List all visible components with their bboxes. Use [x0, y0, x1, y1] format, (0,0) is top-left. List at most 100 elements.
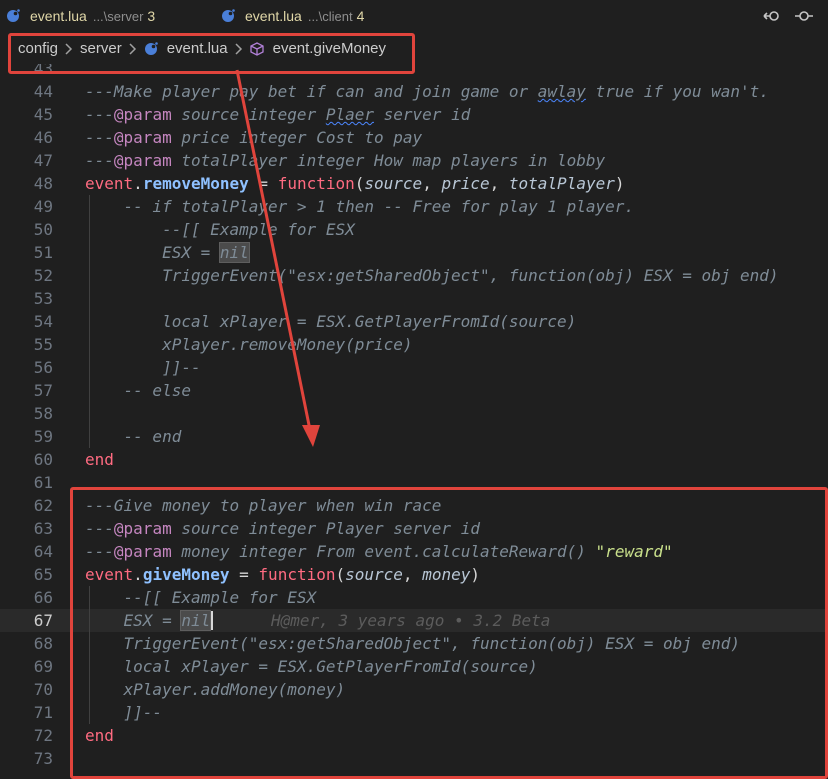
code-line[interactable]: 49 -- if totalPlayer > 1 then -- Free fo… — [0, 195, 828, 218]
code-line[interactable]: 72 end — [0, 724, 828, 747]
code-token: end — [85, 726, 114, 745]
line-number: 54 — [33, 312, 53, 331]
code-line[interactable]: 61 — [0, 471, 828, 494]
code-line[interactable]: 56 ]]-- — [0, 356, 828, 379]
line-number: 61 — [33, 473, 53, 492]
code-line[interactable]: 57 -- else — [0, 379, 828, 402]
code-token: money integer From event.calculateReward… — [171, 542, 596, 561]
code-token: "reward" — [595, 542, 673, 561]
line-number: 53 — [33, 289, 53, 308]
code-text: -- end — [85, 425, 182, 448]
code-token: event — [85, 565, 134, 584]
breadcrumb-item-server[interactable]: server — [80, 40, 122, 57]
code-text: ]]-- — [85, 701, 163, 724]
code-line[interactable]: 60 end — [0, 448, 828, 471]
code-line[interactable]: 53 — [0, 287, 828, 310]
code-token: = — [248, 174, 278, 193]
code-line[interactable]: 70 xPlayer.addMoney(money) — [0, 678, 828, 701]
breadcrumb-item-symbol[interactable]: event.giveMoney — [273, 40, 386, 57]
chevron-right-icon — [235, 42, 243, 55]
line-number: 56 — [33, 358, 53, 377]
code-token: --- — [85, 105, 114, 124]
code-token: end — [85, 450, 114, 469]
code-token: totalPlayer — [508, 174, 615, 193]
code-token: true if you wan't. — [585, 82, 769, 101]
line-number: 44 — [33, 82, 53, 101]
code-line[interactable]: 68 TriggerEvent("esx:getSharedObject", f… — [0, 632, 828, 655]
line-number: 72 — [33, 726, 53, 745]
code-line[interactable]: 47 ---@param totalPlayer integer How map … — [0, 149, 828, 172]
commit-icon[interactable] — [794, 6, 814, 26]
tab-path: ...\client — [307, 8, 353, 24]
code-line[interactable]: 73 — [0, 747, 828, 768]
code-token: local xPlayer = ESX.GetPlayerFromId(sour… — [85, 657, 538, 676]
lua-file-icon — [6, 9, 20, 23]
code-token: removeMoney — [142, 174, 249, 193]
code-token: source integer Player server id — [171, 519, 480, 538]
code-line[interactable]: 50 --[[ Example for ESX — [0, 218, 828, 241]
timeline-icon[interactable] — [762, 6, 782, 26]
code-token: local xPlayer = ESX.GetPlayerFromId(sour… — [85, 312, 577, 331]
line-number: 65 — [33, 565, 53, 584]
breadcrumb-item-config[interactable]: config — [18, 40, 58, 57]
code-token: --- — [85, 519, 114, 538]
code-token: pay bet if can and join game or — [229, 82, 538, 101]
code-line[interactable]: 48 event.removeMoney = function(source, p… — [0, 172, 828, 195]
code-token: , — [489, 174, 509, 193]
code-token: nil — [180, 610, 212, 631]
code-token: --- — [85, 151, 114, 170]
code-text: xPlayer.addMoney(money) — [85, 678, 346, 701]
code-line[interactable]: 43 — [0, 64, 828, 80]
code-token: ( — [354, 174, 365, 193]
code-line[interactable]: 62 ---Give money to player when win race — [0, 494, 828, 517]
code-token: ESX = — [85, 243, 220, 262]
code-text: ---@param price integer Cost to pay — [85, 126, 422, 149]
code-token: -- if totalPlayer > 1 then -- Free for p… — [85, 197, 635, 216]
line-number: 58 — [33, 404, 53, 423]
git-blame-annotation: H@mer, 3 years ago • 3.2 Beta — [213, 611, 551, 630]
lua-file-icon — [221, 9, 235, 23]
tab-event-lua-client[interactable]: event.lua ...\client 4 — [221, 0, 364, 32]
code-token: @param — [113, 542, 172, 561]
code-line[interactable]: 67 ESX = nil H@mer, 3 years ago • 3.2 Be… — [0, 609, 828, 632]
code-line[interactable]: 71 ]]-- — [0, 701, 828, 724]
code-line[interactable]: 69 local xPlayer = ESX.GetPlayerFromId(s… — [0, 655, 828, 678]
code-token: -- end — [85, 427, 182, 446]
code-line[interactable]: 64 ---@param money integer From event.cal… — [0, 540, 828, 563]
code-line[interactable]: 44 ---Make player pay bet if can and join… — [0, 80, 828, 103]
breadcrumb-item-file[interactable]: event.lua — [167, 40, 228, 57]
code-line[interactable]: 51 ESX = nil — [0, 241, 828, 264]
code-token: . — [133, 174, 143, 193]
code-token: awlay — [537, 82, 586, 101]
code-line[interactable]: 52 TriggerEvent("esx:getSharedObject", f… — [0, 264, 828, 287]
code-line[interactable]: 58 — [0, 402, 828, 425]
code-token: --- — [85, 542, 114, 561]
code-line[interactable]: 66 --[[ Example for ESX — [0, 586, 828, 609]
code-text: ---@param source integer Player server i… — [85, 517, 480, 540]
code-text: ESX = nil H@mer, 3 years ago • 3.2 Beta — [85, 609, 550, 632]
line-number: 63 — [33, 519, 53, 538]
line-number: 52 — [33, 266, 53, 285]
indent-guide — [89, 586, 90, 724]
code-line[interactable]: 65 event.giveMoney = function(source, mon… — [0, 563, 828, 586]
code-token: price — [441, 174, 490, 193]
tab-event-lua-server[interactable]: event.lua ...\server 3 — [6, 0, 155, 32]
code-token: event — [85, 174, 134, 193]
code-text: event.giveMoney = function(source, money… — [85, 563, 480, 586]
code-line[interactable]: 54 local xPlayer = ESX.GetPlayerFromId(s… — [0, 310, 828, 333]
code-line[interactable]: 63 ---@param source integer Player server… — [0, 517, 828, 540]
code-text: ---@param totalPlayer integer How map pl… — [85, 149, 605, 172]
code-token: nil — [218, 242, 250, 263]
editor-actions — [762, 6, 814, 26]
code-line[interactable]: 46 ---@param price integer Cost to pay — [0, 126, 828, 149]
code-editor[interactable]: 43 44 ---Make player pay bet if can and jo… — [0, 64, 828, 768]
code-line[interactable]: 59 -- end — [0, 425, 828, 448]
code-text: ---Give money to player when win race — [85, 494, 441, 517]
code-token: ESX = — [85, 611, 182, 630]
code-text: TriggerEvent("esx:getSharedObject", func… — [85, 264, 779, 287]
code-line[interactable]: 55 xPlayer.removeMoney(price) — [0, 333, 828, 356]
code-token: , — [422, 174, 442, 193]
code-text: local xPlayer = ESX.GetPlayerFromId(sour… — [85, 310, 576, 333]
tab-path: ...\server — [92, 8, 144, 24]
code-line[interactable]: 45 ---@param source integer Plaer server … — [0, 103, 828, 126]
